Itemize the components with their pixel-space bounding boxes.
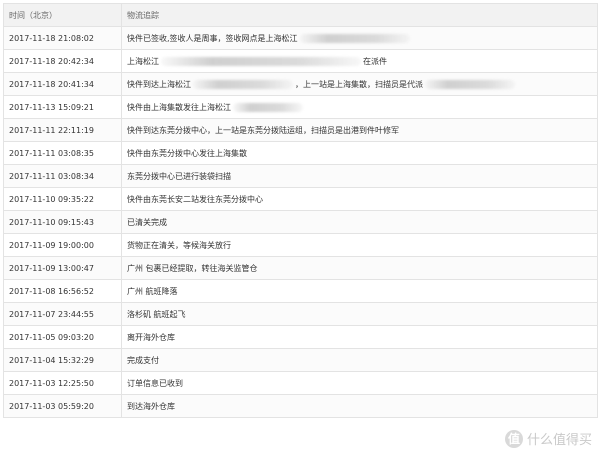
tracking-text: 完成支付 (127, 355, 159, 365)
table-row: 2017-11-05 09:03:20 离开海外仓库 (3, 325, 598, 349)
row-tracking-info: 完成支付 (121, 348, 598, 372)
redacted-blur (161, 56, 361, 66)
table-row: 2017-11-11 03:08:35 快件由东莞分拨中心发往上海集散 (3, 141, 598, 165)
tracking-text-suffix: ，上一站是上海集散，扫描员是代派 (295, 79, 423, 89)
row-time: 2017-11-10 09:15:43 (3, 210, 122, 234)
row-tracking-info: 到达海外仓库 (121, 394, 598, 418)
table-body: 2017-11-18 21:08:02 快件已签收,签收人是周事，签收网点是上海松… (3, 26, 598, 418)
table-row: 2017-11-10 09:35:22 快件由东莞长安二站发往东莞分拨中心 (3, 187, 598, 211)
row-time: 2017-11-05 09:03:20 (3, 325, 122, 349)
table-row: 2017-11-08 16:56:52 广州 航班降落 (3, 279, 598, 303)
redacted-blur (193, 79, 293, 89)
table-row: 2017-11-03 12:25:50 订单信息已收到 (3, 371, 598, 395)
tracking-text: 快件由东莞分拨中心发往上海集散 (127, 148, 247, 158)
row-tracking-info: 快件由上海集散发往上海松江 (121, 95, 598, 119)
row-time: 2017-11-11 03:08:34 (3, 164, 122, 188)
tracking-text: 离开海外仓库 (127, 332, 175, 342)
header-time: 时间（北京） (3, 3, 122, 27)
tracking-text: 广州 包裹已经提取，转往海关监管仓 (127, 263, 258, 273)
row-time: 2017-11-10 09:35:22 (3, 187, 122, 211)
tracking-text: 快件到达东莞分拨中心，上一站是东莞分拨陆运组，扫描员是出港到件叶修军 (127, 125, 399, 135)
row-tracking-info: 订单信息已收到 (121, 371, 598, 395)
table-row: 2017-11-10 09:15:43 已清关完成 (3, 210, 598, 234)
tracking-text: 洛杉矶 航班起飞 (127, 309, 186, 319)
tracking-text: 快件已签收,签收人是周事，签收网点是上海松江 (127, 33, 298, 43)
row-tracking-info: 快件到达上海松江 ，上一站是上海集散，扫描员是代派 (121, 72, 598, 96)
row-time: 2017-11-11 22:11:19 (3, 118, 122, 142)
row-tracking-info: 东莞分拨中心已进行装袋扫描 (121, 164, 598, 188)
row-tracking-info: 离开海外仓库 (121, 325, 598, 349)
redacted-blur (425, 79, 515, 89)
row-time: 2017-11-18 20:41:34 (3, 72, 122, 96)
redacted-blur (299, 33, 410, 43)
header-row: 时间（北京） 物流追踪 (3, 3, 598, 27)
table-row: 2017-11-09 13:00:47 广州 包裹已经提取，转往海关监管仓 (3, 256, 598, 280)
row-tracking-info: 货物正在清关，等候海关放行 (121, 233, 598, 257)
table-row: 2017-11-18 21:08:02 快件已签收,签收人是周事，签收网点是上海松… (3, 26, 598, 50)
row-tracking-info: 快件到达东莞分拨中心，上一站是东莞分拨陆运组，扫描员是出港到件叶修军 (121, 118, 598, 142)
row-time: 2017-11-11 03:08:35 (3, 141, 122, 165)
tracking-text: 到达海外仓库 (127, 401, 175, 411)
row-tracking-info: 快件由东莞分拨中心发往上海集散 (121, 141, 598, 165)
tracking-table: 时间（北京） 物流追踪 2017-11-18 21:08:02 快件已签收,签收人… (3, 3, 598, 418)
row-time: 2017-11-13 15:09:21 (3, 95, 122, 119)
table-row: 2017-11-09 19:00:00 货物正在清关，等候海关放行 (3, 233, 598, 257)
table-header: 时间（北京） 物流追踪 (3, 3, 598, 27)
row-tracking-info: 广州 包裹已经提取，转往海关监管仓 (121, 256, 598, 280)
redacted-blur (233, 102, 303, 112)
table-row: 2017-11-04 15:32:29 完成支付 (3, 348, 598, 372)
row-tracking-info: 快件已签收,签收人是周事，签收网点是上海松江 (121, 26, 598, 50)
table-row: 2017-11-18 20:42:34 上海松江 在派件 (3, 49, 598, 73)
row-tracking-info: 已清关完成 (121, 210, 598, 234)
tracking-text: 快件到达上海松江 (127, 79, 191, 89)
row-tracking-info: 洛杉矶 航班起飞 (121, 302, 598, 326)
tracking-text: 东莞分拨中心已进行装袋扫描 (127, 171, 231, 181)
tracking-text: 快件由上海集散发往上海松江 (127, 102, 231, 112)
tracking-text: 货物正在清关，等候海关放行 (127, 240, 231, 250)
row-tracking-info: 快件由东莞长安二站发往东莞分拨中心 (121, 187, 598, 211)
table-row: 2017-11-07 23:44:55 洛杉矶 航班起飞 (3, 302, 598, 326)
table-row: 2017-11-03 05:59:20 到达海外仓库 (3, 394, 598, 418)
tracking-text: 上海松江 (127, 56, 159, 66)
row-time: 2017-11-18 20:42:34 (3, 49, 122, 73)
row-time: 2017-11-09 19:00:00 (3, 233, 122, 257)
table-row: 2017-11-11 03:08:34 东莞分拨中心已进行装袋扫描 (3, 164, 598, 188)
row-tracking-info: 上海松江 在派件 (121, 49, 598, 73)
tracking-text: 已清关完成 (127, 217, 167, 227)
table-row: 2017-11-18 20:41:34 快件到达上海松江 ，上一站是上海集散，扫描员… (3, 72, 598, 96)
header-tracking: 物流追踪 (121, 3, 598, 27)
watermark: 值 什么值得买 (504, 429, 592, 448)
row-time: 2017-11-07 23:44:55 (3, 302, 122, 326)
row-time: 2017-11-08 16:56:52 (3, 279, 122, 303)
watermark-logo-icon: 值 (504, 429, 523, 448)
watermark-text: 什么值得买 (526, 433, 592, 448)
table-row: 2017-11-11 22:11:19 快件到达东莞分拨中心，上一站是东莞分拨陆运… (3, 118, 598, 142)
row-time: 2017-11-18 21:08:02 (3, 26, 122, 50)
row-time: 2017-11-04 15:32:29 (3, 348, 122, 372)
tracking-text: 广州 航班降落 (127, 286, 178, 296)
row-time: 2017-11-09 13:00:47 (3, 256, 122, 280)
row-time: 2017-11-03 05:59:20 (3, 394, 122, 418)
tracking-text: 订单信息已收到 (127, 378, 183, 388)
tracking-text: 快件由东莞长安二站发往东莞分拨中心 (127, 194, 263, 204)
tracking-text-suffix: 在派件 (363, 56, 387, 66)
row-time: 2017-11-03 12:25:50 (3, 371, 122, 395)
row-tracking-info: 广州 航班降落 (121, 279, 598, 303)
table-row: 2017-11-13 15:09:21 快件由上海集散发往上海松江 (3, 95, 598, 119)
